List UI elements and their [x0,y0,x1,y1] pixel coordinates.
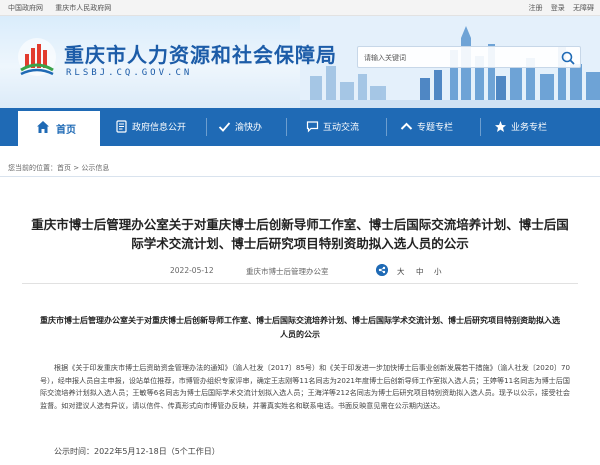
nav-label-business: 业务专栏 [511,123,548,133]
breadcrumb-divider [0,176,600,177]
document-icon [116,120,127,133]
site-header: 重庆市人力资源和社会保障局 RLSBJ.CQ.GOV.CN [0,16,600,108]
main-nav: 首页 政府信息公开 渝快办 互动交流 专题专栏 业务专栏 [0,108,600,146]
article-meta: 2022-05-12 重庆市博士后管理办公室 大 中 小 [0,264,600,279]
nav-item-gov-info[interactable]: 政府信息公开 [115,108,200,146]
top-bar: 中国政府网 重庆市人民政府网 注册 登录 无障碍 [0,0,600,16]
nav-label-special-topics: 专题专栏 [417,123,454,133]
home-icon [37,121,49,133]
nav-item-home[interactable]: 首页 [18,108,100,146]
nav-item-interaction[interactable]: 互动交流 [306,108,376,146]
nav-divider [386,118,387,136]
nav-item-business[interactable]: 业务专栏 [494,108,564,146]
nav-item-special-topics[interactable]: 专题专栏 [400,108,470,146]
publish-period: 公示时间：2022年5月12-18日（5个工作日） [54,447,220,456]
gov-portal-link[interactable]: 中国政府网 [8,4,43,12]
topic-icon [400,122,413,130]
service-icon [218,122,231,132]
site-logo-icon [18,38,56,76]
nav-divider [480,118,481,136]
top-links-left: 中国政府网 重庆市人民政府网 [8,3,121,13]
nav-label-gov-info: 政府信息公开 [132,123,187,133]
meta-divider [22,283,578,284]
login-link[interactable]: 登录 [551,4,565,12]
article-date: 2022-05-12 [170,266,214,275]
font-size-medium[interactable]: 中 [416,266,424,277]
breadcrumb: 您当前的位置：首页 > 公示信息 [8,163,109,173]
article-body: 根据《关于印发重庆市博士后资助资金管理办法的通知》（渝人社发〔2017〕85号）… [40,363,570,411]
search-input[interactable] [364,50,554,65]
nav-label-yukuaiban: 渝快办 [235,123,263,133]
register-link[interactable]: 注册 [529,4,543,12]
nav-item-yukuaiban[interactable]: 渝快办 [218,108,278,146]
site-title: 重庆市人力资源和社会保障局 [64,43,337,67]
site-domain: RLSBJ.CQ.GOV.CN [66,68,193,78]
font-size-small[interactable]: 小 [434,266,442,277]
accessibility-link[interactable]: 无障碍 [573,4,594,12]
nav-divider [206,118,207,136]
cq-gov-link[interactable]: 重庆市人民政府网 [55,4,111,12]
breadcrumb-text[interactable]: 您当前的位置：首页 > 公示信息 [8,164,109,172]
font-size-large[interactable]: 大 [397,266,405,277]
article-subtitle: 重庆市博士后管理办公室关于对重庆博士后创新导师工作室、博士后国际交流培养计划、博… [40,316,560,339]
search-box [357,46,581,68]
article-title: 重庆市博士后管理办公室关于对重庆博士后创新导师工作室、博士后国际交流培养计划、博… [31,217,569,251]
chat-icon [306,121,319,133]
search-icon[interactable] [560,50,576,66]
business-icon [495,121,506,132]
top-links-right: 注册 登录 无障碍 [523,3,594,13]
share-icon[interactable] [376,264,388,276]
article-source: 重庆市博士后管理办公室 [246,267,329,276]
nav-divider [286,118,287,136]
nav-label-interaction: 互动交流 [323,123,360,133]
nav-label-home: 首页 [56,125,76,136]
